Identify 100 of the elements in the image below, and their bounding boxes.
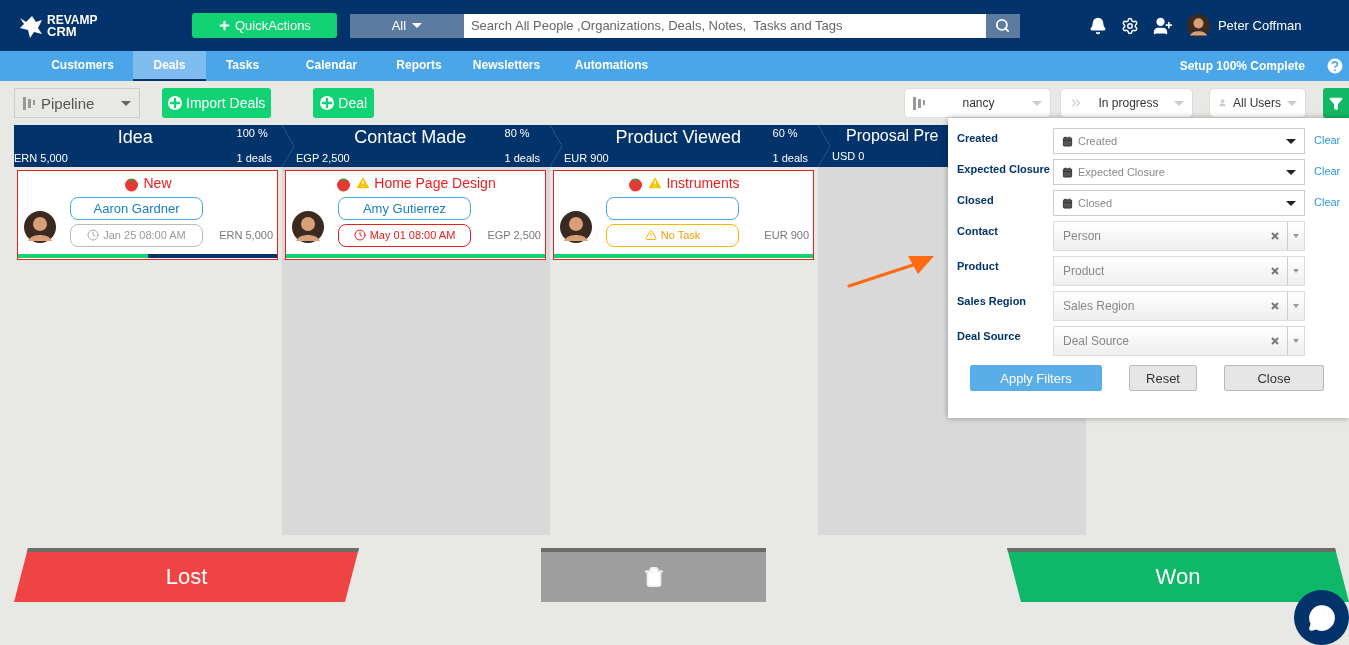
add-user-icon[interactable] bbox=[1152, 15, 1173, 36]
task-pill[interactable]: No Task bbox=[606, 223, 739, 247]
nav-tab[interactable]: Customers bbox=[32, 51, 133, 81]
stage-percent: 100 % bbox=[236, 127, 269, 141]
contact-pill[interactable] bbox=[606, 196, 739, 220]
deal-amount: ERN 5,000 bbox=[219, 229, 273, 241]
user-name[interactable]: Peter Coffman bbox=[1217, 18, 1302, 33]
contact-pill[interactable]: Aaron Gardner bbox=[70, 196, 203, 220]
nav-tab[interactable]: Reports bbox=[384, 51, 454, 81]
notification-icon[interactable] bbox=[1088, 16, 1107, 35]
filter-label: Product bbox=[957, 259, 1000, 272]
filter-label: Sales Region bbox=[957, 294, 1028, 307]
stage-percent: 80 % bbox=[504, 127, 531, 141]
logo-text: REVAMP CRM bbox=[47, 14, 98, 37]
stage-name: Proposal Pre bbox=[845, 127, 939, 146]
quick-actions-button[interactable]: QuickActions bbox=[192, 13, 337, 38]
filter-dropdown[interactable]: nancy bbox=[904, 88, 1051, 118]
date-filter-field[interactable]: Created bbox=[1053, 128, 1305, 154]
deal-title[interactable]: New bbox=[143, 175, 172, 191]
filter-dropdown[interactable]: In progress bbox=[1060, 88, 1193, 118]
select-filter-field[interactable]: Deal Source bbox=[1053, 326, 1305, 356]
deal-amount: EGP 2,500 bbox=[487, 229, 541, 241]
stage-count: 1 deals bbox=[772, 151, 808, 166]
contact-pill[interactable]: Amy Gutierrez bbox=[338, 196, 471, 220]
chat-icon bbox=[1307, 603, 1336, 632]
task-pill[interactable]: May 01 08:00 AM bbox=[338, 223, 471, 247]
panel-button[interactable]: Reset bbox=[1129, 365, 1197, 391]
clear-icon[interactable] bbox=[1271, 232, 1279, 240]
filter-label: Closed bbox=[957, 193, 995, 206]
stage-amount: ERN 5,000 bbox=[14, 151, 69, 166]
help-icon[interactable] bbox=[1325, 56, 1345, 76]
user-icon bbox=[1218, 97, 1227, 109]
stage-count: 1 deals bbox=[504, 151, 540, 166]
nav-tab[interactable]: Newsletters bbox=[454, 51, 559, 81]
settings-icon[interactable] bbox=[1120, 16, 1139, 35]
filter-button[interactable] bbox=[1323, 88, 1349, 118]
clock-icon bbox=[353, 229, 366, 241]
date-filter-field[interactable]: Expected Closure bbox=[1053, 159, 1305, 185]
plus-icon bbox=[218, 19, 231, 32]
stage-amount: USD 0 bbox=[832, 150, 866, 164]
task-pill[interactable]: Jan 25 08:00 AM bbox=[70, 223, 203, 247]
clock-icon bbox=[87, 229, 100, 241]
panel-button[interactable]: Close bbox=[1224, 365, 1324, 391]
warning-icon bbox=[644, 229, 657, 241]
nav-tab[interactable]: Automations bbox=[559, 51, 664, 81]
clear-icon[interactable] bbox=[1271, 302, 1279, 310]
add-deal-button[interactable]: Deal bbox=[313, 88, 375, 118]
plus-circle-icon bbox=[320, 96, 335, 110]
filter-label: Created bbox=[957, 131, 999, 144]
calendar-icon bbox=[1062, 166, 1073, 178]
deal-title[interactable]: Home Page Design bbox=[374, 175, 496, 191]
contact-avatar bbox=[292, 211, 324, 243]
search-button[interactable] bbox=[985, 13, 1020, 38]
filter-label: Deal Source bbox=[957, 329, 1022, 342]
nav-tab[interactable]: Tasks bbox=[206, 51, 279, 81]
deal-title[interactable]: Instruments bbox=[666, 175, 740, 191]
clear-link[interactable]: Clear bbox=[1305, 159, 1345, 177]
stage-percent: 60 % bbox=[772, 127, 799, 141]
calendar-icon bbox=[1062, 197, 1073, 209]
search-field[interactable]: Search All People ,Organizations, Deals, Notes, Tasks and Tags bbox=[463, 13, 986, 38]
search-scope-dropdown[interactable]: All bbox=[349, 13, 464, 38]
search-icon bbox=[995, 18, 1011, 33]
pipeline-icon bbox=[913, 96, 925, 110]
deal-card[interactable]: New Aaron Gardner Jan 25 08:00 AM ERN 5,000 bbox=[17, 170, 278, 260]
contact-avatar bbox=[24, 211, 56, 243]
stage-amount: EGP 2,500 bbox=[296, 151, 351, 166]
stage-amount: EUR 900 bbox=[564, 151, 610, 166]
view-dropdown[interactable]: Pipeline bbox=[14, 88, 140, 118]
deal-card[interactable]: Home Page Design Amy Gutierrez May 01 08:00 AM EGP 2,500 bbox=[285, 170, 546, 260]
filter-icon bbox=[1329, 95, 1343, 111]
lost-drop-zone[interactable]: Lost bbox=[14, 548, 359, 602]
import-deals-button[interactable]: Import Deals bbox=[162, 88, 272, 118]
user-avatar bbox=[1186, 14, 1210, 37]
pipeline-icon bbox=[23, 96, 35, 110]
clear-icon[interactable] bbox=[1271, 267, 1279, 275]
select-filter-field[interactable]: Person bbox=[1053, 221, 1305, 251]
stage-name: Contact Made bbox=[353, 127, 468, 149]
clear-link[interactable]: Clear bbox=[1305, 190, 1345, 208]
contact-avatar bbox=[560, 211, 592, 243]
trash-icon bbox=[642, 566, 665, 588]
nav-tab[interactable]: Calendar bbox=[279, 51, 384, 81]
stage-name: Product Viewed bbox=[614, 127, 743, 149]
clear-icon[interactable] bbox=[1271, 337, 1279, 345]
deal-card[interactable]: Instruments No Task EUR 900 bbox=[553, 170, 814, 260]
filter-dropdown[interactable]: All Users bbox=[1209, 88, 1306, 118]
won-drop-zone[interactable]: Won bbox=[1007, 548, 1349, 602]
forward-icon bbox=[1069, 96, 1083, 110]
delete-drop-zone[interactable] bbox=[541, 548, 766, 602]
setup-status: Setup 100% Complete bbox=[1179, 59, 1305, 73]
chat-button[interactable] bbox=[1294, 590, 1349, 645]
plus-circle-icon bbox=[168, 96, 182, 110]
date-filter-field[interactable]: Closed bbox=[1053, 190, 1305, 216]
nav-tab[interactable]: Deals bbox=[133, 51, 206, 81]
panel-button[interactable]: Apply Filters bbox=[970, 365, 1102, 391]
clear-link[interactable]: Clear bbox=[1305, 128, 1345, 146]
filter-label: Contact bbox=[957, 224, 999, 237]
select-filter-field[interactable]: Product bbox=[1053, 256, 1305, 286]
stage-count: 1 deals bbox=[236, 151, 272, 166]
filter-label: Expected Closure bbox=[957, 162, 1051, 175]
select-filter-field[interactable]: Sales Region bbox=[1053, 291, 1305, 321]
